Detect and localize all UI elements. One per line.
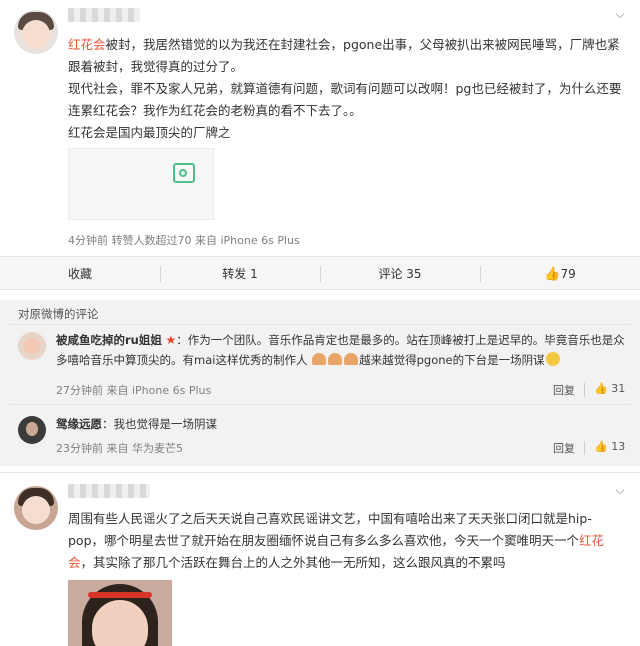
comment-text: 被咸鱼吃掉的ru姐姐 ★：作为一个团队。音乐作品肯定也是最多的。站在顶峰被打上是… — [56, 333, 625, 367]
chevron-down-icon[interactable]: ⌵ — [612, 6, 628, 22]
hand-emoji-icon — [312, 353, 327, 365]
commenter-avatar[interactable] — [18, 416, 46, 444]
like-button[interactable]: 👍79 — [480, 257, 640, 291]
commenter-name[interactable]: 鸳缘远愿 — [56, 417, 102, 431]
hand-emoji-icon — [344, 353, 359, 365]
chevron-down-icon[interactable]: ⌵ — [612, 482, 628, 498]
comment-meta: 23分钟前 来自 华为麦芒5 — [56, 442, 183, 455]
post-body-p1: 红花会被封，我居然错觉的以为我还在封建社会，pgone出事，父母被扒出来被网民唾… — [68, 37, 620, 74]
reply-button[interactable]: 回复 — [553, 382, 575, 398]
post-body: 周围有些人民谣火了之后天天说自己喜欢民谣讲文艺，中国有嘻哈出来了天天张口闭口就是… — [68, 511, 605, 570]
comment-like-button[interactable]: 👍 31 — [594, 382, 625, 395]
smile-emoji-icon — [545, 352, 560, 366]
thumbs-up-icon: 👍 — [544, 267, 561, 282]
action-bar: 收藏 转发 1 评论 35 👍79 — [0, 256, 640, 290]
post-body-p2: 现代社会，罪不及家人兄弟，就算道德有问题，歌词有问题可以改啊！pg也已经被封了，… — [68, 81, 622, 118]
username-blurred[interactable] — [68, 484, 150, 498]
commenter-name[interactable]: 被咸鱼吃掉的ru姐姐 — [56, 333, 162, 347]
attached-image-card[interactable] — [68, 148, 214, 220]
hand-emoji-icon — [328, 353, 343, 365]
topic-link[interactable]: 红花 — [579, 533, 604, 548]
star-icon: ★ — [165, 333, 177, 347]
username-blurred[interactable] — [68, 8, 140, 22]
post-meta: 4分钟前 转赞人数超过70 来自 iPhone 6s Plus — [68, 234, 300, 247]
comment-button[interactable]: 评论 35 — [320, 257, 480, 291]
post-body-p3: 红花会是国内最顶尖的厂牌之 — [68, 125, 231, 140]
commenter-avatar[interactable] — [18, 332, 46, 360]
like-count: 79 — [560, 267, 576, 281]
repost-button[interactable]: 转发 1 — [160, 257, 320, 291]
thumbs-up-icon: 👍 — [594, 382, 608, 395]
comment-meta: 27分钟前 来自 iPhone 6s Plus — [56, 384, 212, 397]
attached-photo[interactable] — [68, 580, 172, 646]
thumbs-up-icon: 👍 — [594, 440, 608, 453]
user-avatar[interactable] — [14, 486, 58, 530]
original-comments-panel: 对原微博的评论 被咸鱼吃掉的ru姐姐 ★：作为一个团队。音乐作品肯定也是最多的。… — [0, 300, 640, 466]
comment-like-button[interactable]: 👍 13 — [594, 440, 625, 453]
comment-text: 鸳缘远愿：我也觉得是一场阴谋 — [56, 417, 217, 431]
weibo-post-1: ⌵ 红花会被封，我居然错觉的以为我还在封建社会，pgone出事，父母被扒出来被网… — [0, 0, 640, 250]
weibo-post-2: ⌵ 周围有些人民谣火了之后天天说自己喜欢民谣讲文艺，中国有嘻哈出来了天天张口闭口… — [0, 478, 640, 646]
reply-button[interactable]: 回复 — [553, 440, 575, 456]
topic-link[interactable]: 红花会 — [68, 37, 106, 52]
user-avatar[interactable] — [14, 10, 58, 54]
collect-button[interactable]: 收藏 — [0, 257, 160, 291]
comments-title: 对原微博的评论 — [18, 307, 99, 321]
